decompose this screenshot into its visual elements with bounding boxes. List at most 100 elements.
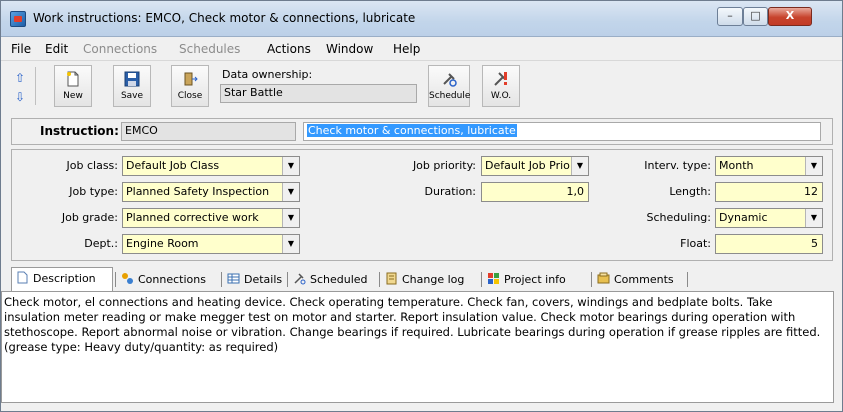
menu-help[interactable]: Help (393, 42, 420, 56)
tab-description[interactable]: Description (11, 267, 113, 291)
tab-separator (115, 272, 116, 287)
chevron-down-icon[interactable]: ▼ (282, 235, 299, 253)
float-label: Float: (680, 237, 711, 250)
scheduling-value: Dynamic (719, 211, 768, 224)
chevron-down-icon[interactable]: ▼ (282, 157, 299, 175)
chevron-down-icon[interactable]: ▼ (805, 209, 822, 227)
new-button[interactable]: New (54, 65, 92, 107)
tab-comments[interactable]: Comments (593, 269, 678, 290)
toolbar-separator (35, 67, 36, 105)
tab-details[interactable]: Details (223, 269, 286, 290)
save-button[interactable]: Save (113, 65, 151, 107)
chevron-down-icon[interactable]: ▼ (805, 157, 822, 175)
table-icon (227, 273, 240, 284)
tab-separator (591, 272, 592, 287)
job-grade-select[interactable]: Planned corrective work ▼ (122, 208, 300, 228)
menu-schedules[interactable]: Schedules (179, 42, 240, 56)
close-button[interactable]: Close (171, 65, 209, 107)
tab-separator (481, 272, 482, 287)
interv-type-label: Interv. type: (644, 159, 711, 172)
tab-change-log-label: Change log (402, 273, 465, 286)
chevron-down-icon[interactable]: ▼ (282, 183, 299, 201)
instruction-title-field[interactable]: Check motor & connections, lubricate (303, 122, 821, 141)
instruction-panel: Instruction: EMCO Check motor & connecti… (11, 118, 833, 145)
tab-project-info-label: Project info (504, 273, 566, 286)
app-icon (10, 11, 26, 27)
project-icon (488, 273, 499, 284)
tab-connections[interactable]: Connections (117, 269, 210, 290)
tab-scheduled-label: Scheduled (310, 273, 368, 286)
floppy-disk-icon (124, 71, 140, 87)
changelog-icon (386, 272, 397, 285)
instruction-title-text: Check motor & connections, lubricate (307, 124, 517, 137)
maximize-button[interactable]: □ (743, 7, 768, 26)
job-grade-label: Job grade: (61, 211, 118, 224)
chevron-down-icon[interactable]: ▼ (571, 157, 588, 175)
job-priority-label: Job priority: (412, 159, 476, 172)
tab-separator (287, 272, 288, 287)
instruction-label: Instruction: (40, 124, 119, 138)
work-instructions-window: Work instructions: EMCO, Check motor & c… (0, 0, 843, 412)
tab-separator (221, 272, 222, 287)
job-priority-value: Default Job Prio (485, 159, 570, 172)
menu-edit[interactable]: Edit (45, 42, 68, 56)
tab-scheduled[interactable]: Scheduled (289, 269, 372, 290)
exit-door-icon (184, 72, 198, 86)
job-priority-select[interactable]: Default Job Prio ▼ (481, 156, 589, 176)
duration-input[interactable]: 1,0 (481, 182, 589, 202)
tab-separator (379, 272, 380, 287)
scheduling-select[interactable]: Dynamic ▼ (715, 208, 823, 228)
close-window-button[interactable]: X (768, 7, 812, 26)
job-fields-panel: Job class: Default Job Class ▼ Job type:… (11, 149, 833, 261)
document-icon (17, 271, 28, 284)
tab-strip: Description Connections Details Schedule… (11, 267, 833, 291)
previous-record-button[interactable]: ⇧ (11, 69, 29, 87)
schedule-icon (294, 273, 306, 285)
tab-change-log[interactable]: Change log (381, 269, 468, 290)
menu-file[interactable]: File (11, 42, 31, 56)
schedule-label: Schedule (429, 91, 471, 101)
wo-label: W.O. (490, 91, 512, 101)
schedule-button[interactable]: Schedule (428, 65, 470, 107)
job-type-select[interactable]: Planned Safety Inspection ▼ (122, 182, 300, 202)
close-label: Close (177, 91, 203, 101)
description-textarea[interactable]: Check motor, el connections and heating … (1, 291, 834, 403)
connections-icon (122, 273, 133, 284)
work-order-icon (494, 72, 507, 86)
length-input[interactable]: 12 (715, 182, 823, 202)
interv-type-value: Month (719, 159, 754, 172)
dept-select[interactable]: Engine Room ▼ (122, 234, 300, 254)
menu-actions[interactable]: Actions (267, 42, 311, 56)
minimize-button[interactable]: – (717, 7, 743, 26)
toolbar: ⇧ ⇩ New Save Close Data ownership: Star … (1, 61, 842, 111)
work-order-button[interactable]: W.O. (482, 65, 520, 107)
menu-window[interactable]: Window (326, 42, 373, 56)
window-title: Work instructions: EMCO, Check motor & c… (33, 11, 416, 25)
tab-connections-label: Connections (138, 273, 206, 286)
job-class-select[interactable]: Default Job Class ▼ (122, 156, 300, 176)
new-document-icon (67, 71, 79, 87)
chevron-down-icon[interactable]: ▼ (282, 209, 299, 227)
instruction-code-field[interactable]: EMCO (121, 122, 296, 141)
scheduling-label: Scheduling: (646, 211, 712, 224)
tab-separator (687, 272, 688, 287)
job-class-label: Job class: (66, 159, 118, 172)
job-type-value: Planned Safety Inspection (126, 185, 270, 198)
comments-icon (597, 272, 610, 284)
duration-label: Duration: (424, 185, 476, 198)
menu-bar: File Edit Connections Schedules Actions … (1, 37, 842, 61)
next-record-button[interactable]: ⇩ (11, 88, 29, 106)
tab-details-label: Details (244, 273, 283, 286)
menu-connections[interactable]: Connections (83, 42, 157, 56)
new-label: New (63, 91, 83, 101)
float-input[interactable]: 5 (715, 234, 823, 254)
tab-project-info[interactable]: Project info (483, 269, 570, 290)
data-ownership-label: Data ownership: (222, 68, 313, 81)
save-label: Save (120, 91, 144, 101)
job-type-label: Job type: (69, 185, 118, 198)
interv-type-select[interactable]: Month ▼ (715, 156, 823, 176)
tab-description-label: Description (33, 272, 96, 285)
length-label: Length: (669, 185, 711, 198)
data-ownership-field: Star Battle (220, 84, 417, 103)
dept-value: Engine Room (126, 237, 199, 250)
